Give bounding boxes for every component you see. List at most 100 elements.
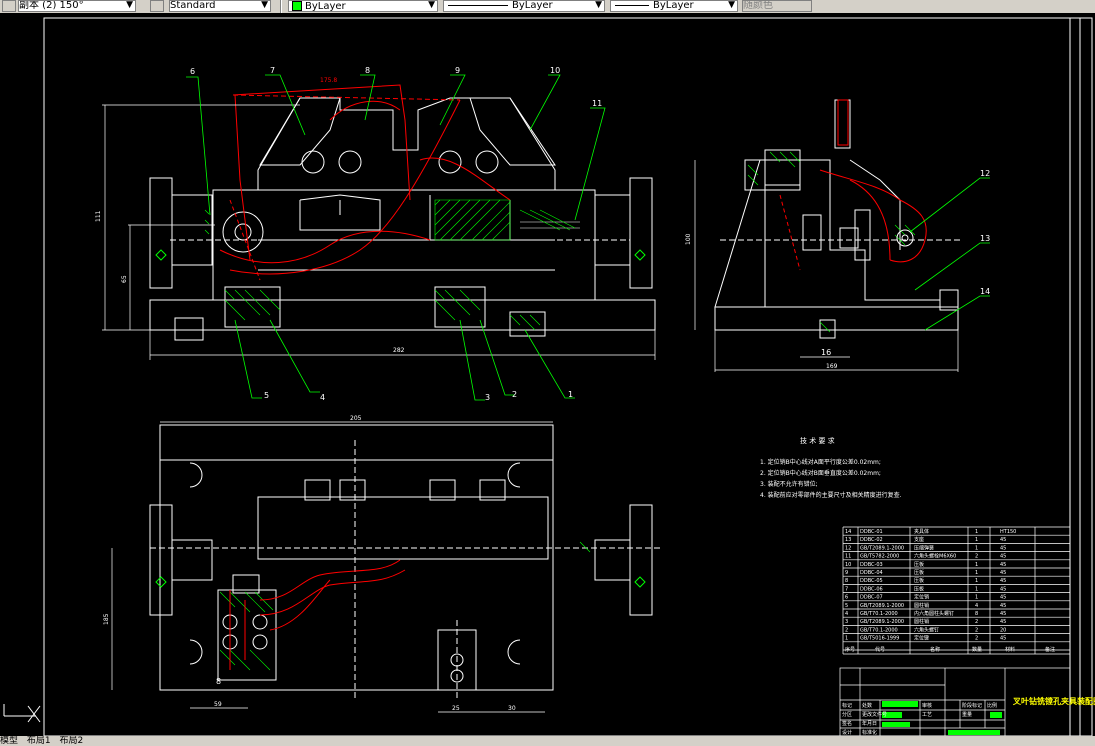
linetype-select[interactable]: ByLayer ▼	[443, 0, 605, 12]
title-block-label: 分区	[842, 711, 852, 718]
lineweight-sample	[615, 4, 649, 6]
bom-row-qty: 1	[975, 529, 978, 535]
red-dim-label: 175.8	[320, 77, 337, 84]
properties-toolbar: 副本 (2) 150° ▼ Standard ▼ ByLayer ▼ ByLay…	[0, 0, 1095, 14]
color-swatch	[292, 1, 302, 11]
title-block-label: 比例	[987, 702, 997, 709]
bom-row-mat: 45	[1000, 578, 1006, 584]
bom-row-no: 11	[845, 554, 851, 560]
bom-row-qty: 4	[975, 603, 978, 609]
bom-row-qty: 2	[975, 554, 978, 560]
bom-row-name: 压板	[914, 577, 924, 584]
bom-row-qty: 1	[975, 595, 978, 601]
linetype-value: ByLayer	[512, 0, 553, 11]
bom-row-name: 六角头螺栓M6X60	[914, 553, 956, 560]
tech-req-line: 4. 装配前应对零部件的主要尺寸及相关精度进行复查.	[760, 491, 902, 499]
part-2-label: 2	[512, 390, 517, 399]
bom-row-name: 圆柱销	[914, 618, 929, 625]
bom-row-name: 压缩弹簧	[914, 544, 934, 551]
bom-row-code: DDBC-06	[860, 586, 883, 592]
chevron-down-icon: ▼	[261, 0, 268, 10]
bom-row-code: GB/T2089.1-2000	[860, 603, 904, 609]
tab-model[interactable]: 模型	[0, 736, 18, 746]
bom-row-qty: 1	[975, 562, 978, 568]
title-block-label: 设计	[842, 729, 852, 736]
tech-req-line: 2. 定位销B中心线对B面垂直度公差0.02mm;	[760, 469, 881, 477]
dimstyle-select[interactable]: 副本 (2) 150° ▼	[18, 0, 136, 12]
bom-header-name: 名称	[930, 646, 940, 653]
bom-row-no: 1	[845, 636, 848, 642]
bom-row-name: 六角头螺钉	[914, 626, 939, 633]
bom-row-qty: 2	[975, 636, 978, 642]
dim-front-height-lower: 65	[121, 275, 128, 283]
tab-layout2[interactable]: 布局2	[60, 736, 84, 746]
title-block-label: 阶段标记	[962, 702, 982, 709]
dim-side-width: 169	[826, 363, 838, 370]
title-block-label: 签名	[842, 720, 852, 727]
dim-top-b: 30	[508, 705, 516, 712]
tech-req-title: 技 术 要 求	[800, 436, 835, 445]
bom-row-code: GB/T2089.1-2000	[860, 545, 904, 551]
part-7-label: 7	[270, 66, 275, 75]
bom-row-no: 3	[845, 619, 848, 625]
dimstyle-icon[interactable]	[2, 0, 16, 12]
bom-header-code: 代号	[875, 646, 885, 653]
bom-row-no: 7	[845, 586, 848, 592]
dim-top-height: 185	[103, 613, 110, 625]
part-11-label: 11	[592, 99, 602, 108]
part-6-label: 6	[190, 67, 195, 76]
part-3-label: 3	[485, 393, 490, 402]
dim-8: 8	[216, 677, 221, 686]
bom-row-qty: 2	[975, 627, 978, 633]
chevron-down-icon: ▼	[126, 0, 133, 10]
bom-header-mat: 材料	[1005, 646, 1015, 653]
plotstyle-value: 随颜色	[743, 0, 773, 11]
bom-row-qty: 1	[975, 586, 978, 592]
bom-row-no: 5	[845, 603, 848, 609]
bom-row-name: 内六角圆柱头螺钉	[914, 610, 954, 617]
lineweight-select[interactable]: ByLayer ▼	[610, 0, 738, 12]
dim-side-height: 100	[685, 233, 692, 245]
textstyle-icon[interactable]	[150, 0, 164, 12]
color-select[interactable]: ByLayer ▼	[288, 0, 438, 12]
bom-header-qty: 数量	[972, 646, 982, 653]
bom-row-name: 定位键	[914, 635, 929, 642]
bom-row-no: 8	[845, 578, 848, 584]
bom-row-code: GB/T5782-2000	[860, 554, 899, 560]
title-block-label: 处数	[862, 702, 872, 709]
bom-row-mat: 45	[1000, 586, 1006, 592]
drawing-canvas[interactable]: 175.8 282 111 65 6 7 8 9 10 11 5 4 3 2 1…	[0, 13, 1095, 736]
bom-row-qty: 1	[975, 537, 978, 543]
bom-row-no: 14	[845, 529, 851, 535]
bom-row-code: DDBC-05	[860, 578, 883, 584]
bom-row-no: 10	[845, 562, 851, 568]
title-block-label: 标记	[842, 702, 852, 709]
lineweight-value: ByLayer	[653, 0, 694, 11]
bom-row-code: DDBC-02	[860, 537, 883, 543]
chevron-down-icon: ▼	[595, 0, 602, 10]
title-block-label: 标准化	[862, 729, 877, 736]
part-4-label: 4	[320, 393, 325, 402]
bom-row-name: 夹具体	[914, 528, 929, 535]
bom-row-no: 12	[845, 545, 851, 551]
dim-front-height: 111	[95, 210, 102, 222]
bom-row-code: DDBC-03	[860, 562, 883, 568]
layout-tabs: 模型 布局1 布局2	[0, 736, 1095, 746]
bom-row-code: DDBC-04	[860, 570, 883, 576]
dim-front-width: 282	[393, 347, 405, 354]
bom-row-mat: 45	[1000, 595, 1006, 601]
title-block-title: 叉叶钻铣镗孔夹具装配图	[1012, 696, 1095, 706]
bom-row-mat: 45	[1000, 611, 1006, 617]
textstyle-select[interactable]: Standard ▼	[169, 0, 271, 12]
plotstyle-select: 随颜色	[742, 0, 812, 12]
bom-header-no: 序号	[845, 646, 855, 653]
part-5-label: 5	[264, 391, 269, 400]
bom-row-name: 圆柱销	[914, 602, 929, 609]
part-12-label: 12	[980, 169, 990, 178]
bom-row-code: DDBC-07	[860, 595, 883, 601]
linetype-sample	[448, 4, 508, 6]
title-block-label: 审核	[922, 702, 932, 709]
bom-row-code: GB/T70.1-2000	[860, 611, 898, 617]
tab-layout1[interactable]: 布局1	[27, 736, 51, 746]
toolbar-separator	[280, 0, 282, 13]
